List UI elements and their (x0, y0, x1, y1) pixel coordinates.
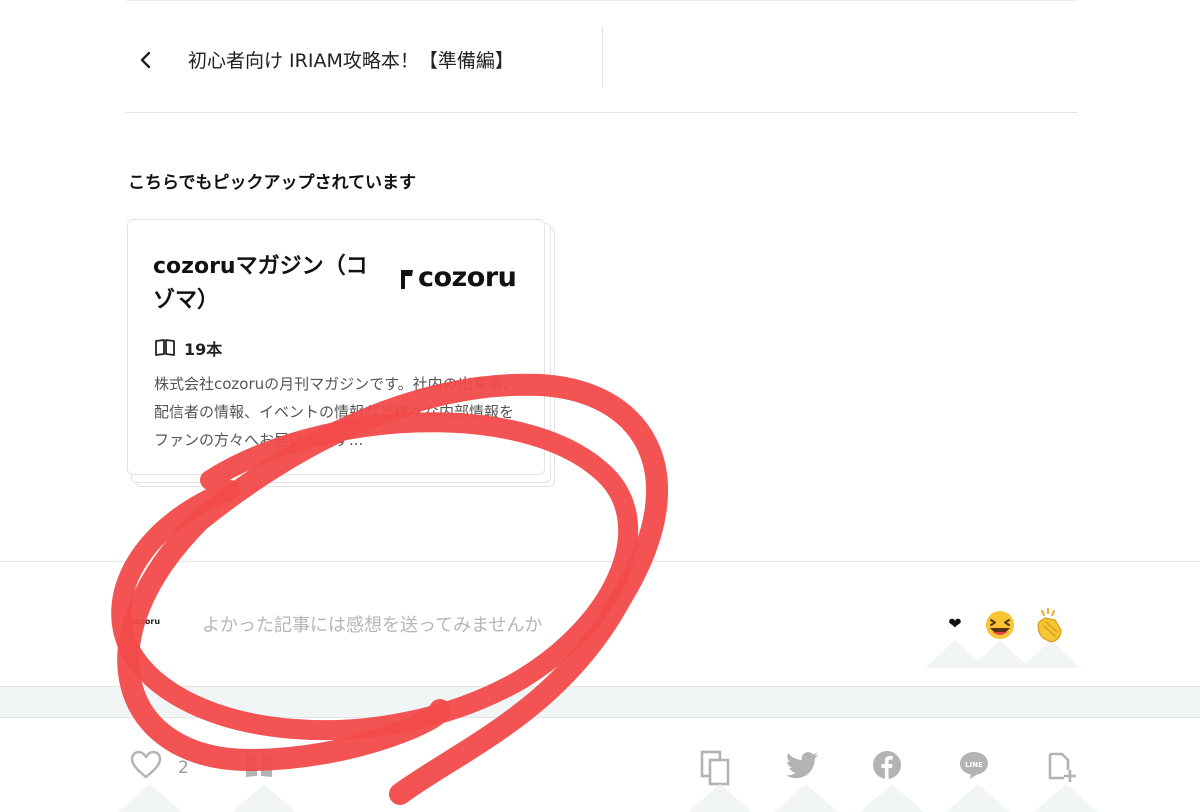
magazine-card-stack[interactable]: cozoruマガジン（コゾマ） cozoru 19本 株式会社cozoruの月刊… (127, 219, 557, 491)
facebook-icon (873, 751, 901, 779)
creator-avatar-text: cozoru (130, 617, 161, 626)
article-count-text: 19本 (184, 340, 223, 359)
magazine-add-button[interactable] (232, 750, 296, 812)
magazine-title[interactable]: cozoruマガジン（コゾマ） (153, 250, 373, 318)
cozoru-flag-icon (401, 270, 413, 289)
footer-band (0, 686, 1200, 718)
action-backdrop (860, 784, 924, 812)
heart-outline-icon (130, 750, 162, 779)
action-backdrop (232, 784, 296, 812)
nav-divider (126, 112, 1078, 113)
add-to-magazine-icon (1048, 752, 1076, 782)
copy-link-icon (700, 750, 730, 786)
copy-link-button[interactable] (688, 750, 752, 812)
heart-icon: ❤ (948, 614, 962, 633)
facebook-share-button[interactable] (860, 750, 924, 812)
reaction-backdrop (1021, 640, 1081, 668)
line-icon: LINE (960, 752, 988, 779)
like-count: 2 (178, 758, 189, 778)
pickup-heading: こちらでもピックアップされています (128, 173, 416, 193)
prev-article-title[interactable]: 初心者向け IRIAM攻略本！【準備編】 (188, 46, 514, 73)
action-backdrop (1034, 784, 1098, 812)
svg-text:LINE: LINE (965, 761, 983, 769)
line-share-button[interactable]: LINE (946, 750, 1010, 812)
twitter-icon (786, 752, 818, 779)
action-backdrop (118, 784, 182, 812)
clapping-hands-icon (1037, 608, 1062, 643)
add-to-magazine-button[interactable] (1034, 750, 1098, 812)
article-action-bar: 2 LINE (0, 718, 1200, 812)
twitter-share-button[interactable] (774, 750, 838, 812)
action-backdrop (688, 784, 752, 812)
magazine-card[interactable]: cozoruマガジン（コゾマ） cozoru 19本 株式会社cozoruの月刊… (127, 219, 545, 475)
book-icon (155, 339, 175, 356)
reaction-heart-button[interactable]: ❤ (925, 600, 985, 668)
action-backdrop (774, 784, 838, 812)
cozoru-logo-text: cozoru (418, 262, 517, 293)
reaction-laugh-button[interactable] (970, 600, 1030, 668)
top-divider (126, 0, 1078, 1)
reaction-clap-button[interactable] (1021, 600, 1081, 668)
like-button[interactable] (118, 750, 182, 812)
action-backdrop (946, 784, 1010, 812)
back-button[interactable] (126, 40, 166, 80)
laughing-face-icon (986, 611, 1014, 639)
cozoru-logo: cozoru (398, 262, 528, 298)
creator-avatar: cozoru (130, 617, 160, 626)
feedback-input[interactable]: よかった記事には感想を送ってみませんか (202, 611, 543, 637)
prev-article-nav[interactable]: 初心者向け IRIAM攻略本！【準備編】 (126, 12, 1078, 112)
chevron-left-icon (140, 51, 151, 69)
magazine-icon (246, 753, 272, 777)
magazine-description: 株式会社cozoruの月刊マガジンです。社内の出来事、配信者の情報、イベントの情… (154, 375, 518, 449)
nav-vertical-divider (602, 26, 603, 88)
feedback-section: cozoru よかった記事には感想を送ってみませんか ❤ (0, 562, 1200, 686)
